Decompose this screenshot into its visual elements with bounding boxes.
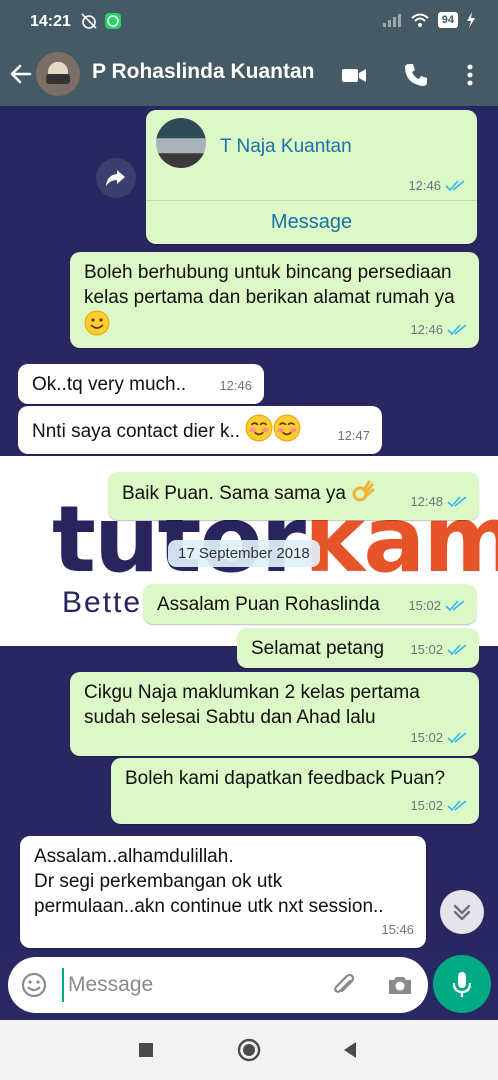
message-bubble-out[interactable]: Selamat petang 15:02 [237, 628, 479, 668]
message-time: 15:46 [381, 922, 414, 937]
message-composer [8, 957, 428, 1013]
message-time: 12:46 [219, 378, 252, 393]
message-bubble-out[interactable]: Assalam Puan Rohaslinda 15:02 [143, 584, 477, 624]
attach-icon[interactable] [330, 971, 358, 999]
message-text: Selamat petang [251, 638, 385, 659]
message-contact-button[interactable]: Message [146, 201, 477, 244]
alarm-off-icon [81, 13, 97, 29]
home-icon[interactable] [237, 1038, 261, 1062]
message-text-line: Assalam..alhamdulillah. [34, 846, 234, 867]
message-input[interactable] [62, 968, 322, 1002]
message-text: Ok..tq very much.. [32, 374, 187, 395]
recent-apps-icon[interactable] [134, 1038, 158, 1062]
status-bar: 14:21 94 [0, 0, 498, 44]
camera-icon[interactable] [386, 971, 414, 999]
voice-call-icon[interactable] [402, 61, 430, 89]
shared-contact-card[interactable]: T Naja Kuantan 12:46 Message [146, 110, 477, 244]
contact-name[interactable]: P Rohaslinda Kuantan [92, 60, 314, 84]
message-text: Boleh kami dapatkan feedback Puan? [125, 768, 446, 789]
scroll-to-bottom-button[interactable] [440, 890, 484, 934]
avatar[interactable] [36, 52, 80, 96]
message-text-line: Dr segi perkembangan ok utk [34, 871, 283, 892]
message-bubble-out[interactable]: Cikgu Naja maklumkan 2 kelas pertama sud… [70, 672, 479, 756]
back-arrow-icon[interactable] [8, 61, 34, 87]
read-ticks-icon [447, 731, 467, 743]
read-ticks-icon [447, 799, 467, 811]
message-time: 12:48 [410, 494, 443, 509]
contact-card-name: T Naja Kuantan [220, 136, 352, 157]
smile-emoji-icon [84, 310, 110, 336]
message-time: 15:02 [408, 598, 441, 613]
message-text: Baik Puan. Sama sama ya [122, 483, 346, 504]
message-text: Nnti saya contact dier k.. [32, 421, 241, 442]
double-chevron-down-icon [453, 904, 471, 921]
more-options-icon[interactable] [456, 61, 484, 89]
microphone-icon [452, 972, 472, 997]
wifi-icon [411, 13, 429, 27]
message-time: 15:02 [410, 642, 443, 657]
status-time: 14:21 [30, 13, 71, 30]
voice-message-button[interactable] [433, 955, 491, 1013]
contact-card-photo [156, 118, 206, 168]
forward-icon [106, 170, 125, 186]
message-bubble-in[interactable]: Assalam..alhamdulillah. Dr segi perkemba… [20, 836, 426, 948]
message-bubble-in[interactable]: Nnti saya contact dier k.. 12:47 [18, 406, 382, 454]
forward-button[interactable] [96, 158, 136, 198]
message-time: 12:46 [410, 322, 443, 337]
system-navigation-bar [0, 1020, 498, 1080]
message-time: 12:46 [408, 178, 441, 193]
message-text: Boleh berhubung untuk bincang persediaan… [84, 262, 455, 308]
blush-emoji-icon [273, 414, 301, 442]
message-time: 15:02 [410, 730, 443, 745]
message-bubble-out[interactable]: Boleh kami dapatkan feedback Puan? 15:02 [111, 758, 479, 824]
battery-indicator: 94 [437, 12, 458, 28]
read-ticks-icon [445, 179, 465, 191]
video-call-icon[interactable] [340, 61, 368, 89]
read-ticks-icon [445, 599, 465, 611]
chat-area[interactable]: tutorkami Bette T Naja Kuantan 12:46 Mes… [0, 106, 498, 950]
message-bubble-out[interactable]: Boleh berhubung untuk bincang persediaan… [70, 252, 479, 348]
whatsapp-notification-icon [105, 13, 121, 29]
message-text: Assalam Puan Rohaslinda [157, 594, 380, 615]
read-ticks-icon [447, 495, 467, 507]
message-bubble-out[interactable]: Baik Puan. Sama sama ya 12:48 [108, 472, 479, 520]
ok-hand-emoji-icon [352, 480, 375, 502]
message-text-line: permulaan..akn continue utk nxt session.… [34, 896, 384, 917]
chat-header: P Rohaslinda Kuantan [0, 44, 498, 106]
charging-icon [467, 12, 475, 28]
date-divider: 17 September 2018 [168, 540, 320, 567]
emoji-icon[interactable] [20, 971, 48, 999]
read-ticks-icon [447, 323, 467, 335]
message-time: 15:02 [410, 798, 443, 813]
message-bubble-in[interactable]: Ok..tq very much.. 12:46 [18, 364, 264, 404]
message-time: 12:47 [337, 428, 370, 443]
blush-emoji-icon [245, 414, 273, 442]
read-ticks-icon [447, 643, 467, 655]
signal-icon [382, 14, 401, 27]
wallpaper-tagline: Bette [62, 586, 143, 619]
message-text: Cikgu Naja maklumkan 2 kelas pertama sud… [84, 682, 420, 728]
nav-back-icon[interactable] [338, 1038, 362, 1062]
